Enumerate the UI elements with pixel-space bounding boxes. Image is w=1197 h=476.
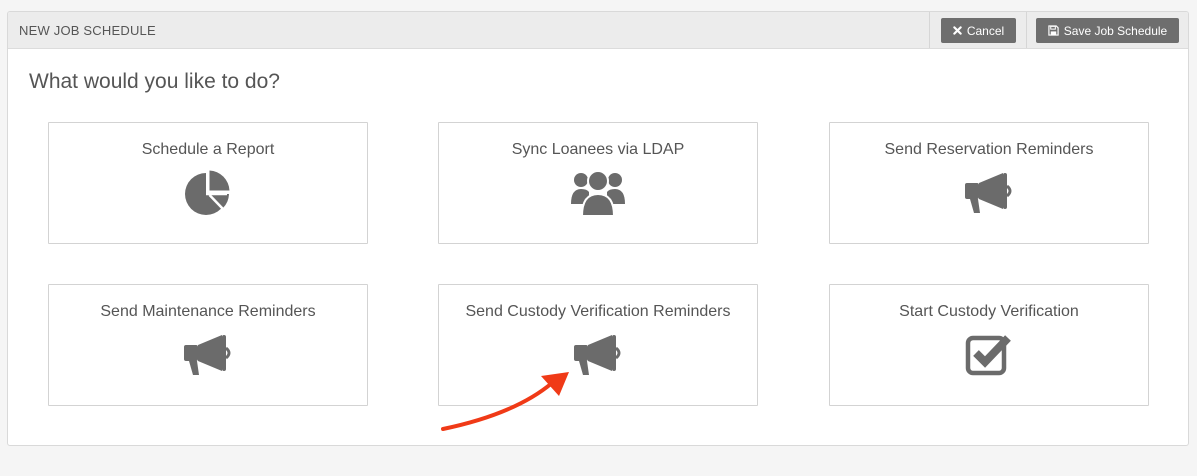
header-divider [929,12,930,48]
save-label: Save Job Schedule [1063,23,1168,38]
card-start-custody-verification[interactable]: Start Custody Verification [829,284,1149,406]
card-send-custody-verification-reminders[interactable]: Send Custody Verification Reminders [438,284,758,406]
page-question: What would you like to do? [29,70,280,93]
card-label: Start Custody Verification [899,303,1079,320]
cancel-label: Cancel [966,23,1005,38]
card-label: Send Custody Verification Reminders [465,303,731,320]
card-send-reservation-reminders[interactable]: Send Reservation Reminders [829,122,1149,244]
save-job-schedule-button[interactable]: Save Job Schedule [1036,18,1179,43]
megaphone-icon [180,329,236,381]
pie-chart-icon [180,167,236,219]
floppy-disk-icon [1048,25,1059,36]
header-divider [1026,12,1027,48]
megaphone-icon [961,167,1017,219]
card-sync-loanees-ldap[interactable]: Sync Loanees via LDAP [438,122,758,244]
megaphone-icon [570,329,626,381]
cancel-button[interactable]: Cancel [941,18,1016,43]
card-schedule-report[interactable]: Schedule a Report [48,122,368,244]
panel-title: NEW JOB SCHEDULE [19,23,156,38]
card-label: Sync Loanees via LDAP [511,141,685,158]
users-icon [570,167,626,219]
check-square-icon [961,329,1017,381]
card-label: Send Reservation Reminders [884,141,1094,158]
card-label: Send Maintenance Reminders [100,303,316,320]
close-icon [953,26,962,35]
job-schedule-panel: NEW JOB SCHEDULE Cancel Save Job Schedul… [7,11,1189,446]
card-label: Schedule a Report [141,141,275,158]
card-send-maintenance-reminders[interactable]: Send Maintenance Reminders [48,284,368,406]
panel-header: NEW JOB SCHEDULE Cancel Save Job Schedul… [8,12,1188,49]
